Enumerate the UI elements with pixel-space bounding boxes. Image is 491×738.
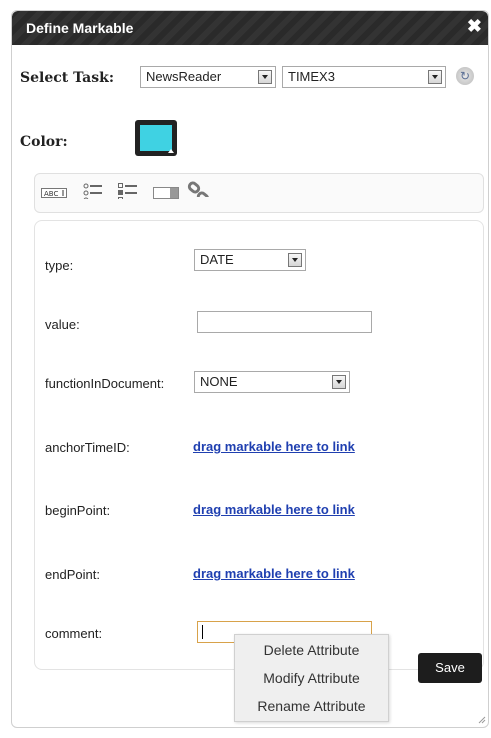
chevron-down-icon [332, 375, 346, 389]
attribute-toolbar: ABC [34, 173, 484, 213]
type-select-value: DATE [200, 252, 234, 267]
link-attribute-icon[interactable] [187, 181, 211, 197]
close-icon[interactable]: ✖ [467, 17, 482, 35]
dialog-title: Define Markable [26, 20, 134, 36]
schema-select[interactable]: TIMEX3 [282, 66, 446, 88]
text-cursor [202, 625, 203, 639]
function-in-document-label: functionInDocument: [45, 376, 165, 391]
task-select-value: NewsReader [146, 69, 222, 84]
begin-point-label: beginPoint: [45, 503, 111, 518]
value-label: value: [45, 317, 80, 332]
task-select[interactable]: NewsReader [140, 66, 276, 88]
svg-text:ABC: ABC [44, 190, 58, 198]
color-swatch [140, 125, 172, 151]
text-attribute-icon[interactable]: ABC [41, 188, 67, 204]
anchor-time-id-label: anchorTimeID: [45, 440, 130, 455]
color-label: Color: [20, 134, 68, 150]
color-picker[interactable] [135, 120, 177, 156]
chevron-down-icon [428, 70, 442, 84]
list-attribute-icon[interactable] [83, 183, 103, 199]
menu-item-rename-attribute[interactable]: Rename Attribute [235, 693, 388, 719]
save-button[interactable]: Save [418, 653, 482, 683]
begin-point-link[interactable]: drag markable here to link [193, 502, 355, 517]
refresh-icon[interactable]: ↻ [456, 67, 474, 85]
resize-handle-icon[interactable] [478, 716, 486, 724]
menu-item-modify-attribute[interactable]: Modify Attribute [235, 665, 388, 691]
schema-select-value: TIMEX3 [288, 69, 335, 84]
comment-label: comment: [45, 626, 103, 641]
caret-icon [168, 149, 174, 153]
menu-item-delete-attribute[interactable]: Delete Attribute [235, 637, 388, 663]
select-task-label: Select Task: [20, 70, 115, 86]
value-input[interactable] [197, 311, 372, 333]
dialog-titlebar[interactable]: Define Markable ✖ [12, 11, 488, 45]
type-label: type: [45, 258, 74, 273]
chevron-down-icon [288, 253, 302, 267]
context-menu: Delete Attribute Modify Attribute Rename… [234, 634, 389, 722]
function-in-document-value: NONE [200, 374, 238, 389]
end-point-label: endPoint: [45, 567, 100, 582]
anchor-time-id-link[interactable]: drag markable here to link [193, 439, 355, 454]
checklist-attribute-icon[interactable] [118, 183, 138, 199]
dropdown-attribute-icon[interactable] [153, 187, 179, 203]
end-point-link[interactable]: drag markable here to link [193, 566, 355, 581]
chevron-down-icon [258, 70, 272, 84]
function-in-document-select[interactable]: NONE [194, 371, 350, 393]
type-select[interactable]: DATE [194, 249, 306, 271]
